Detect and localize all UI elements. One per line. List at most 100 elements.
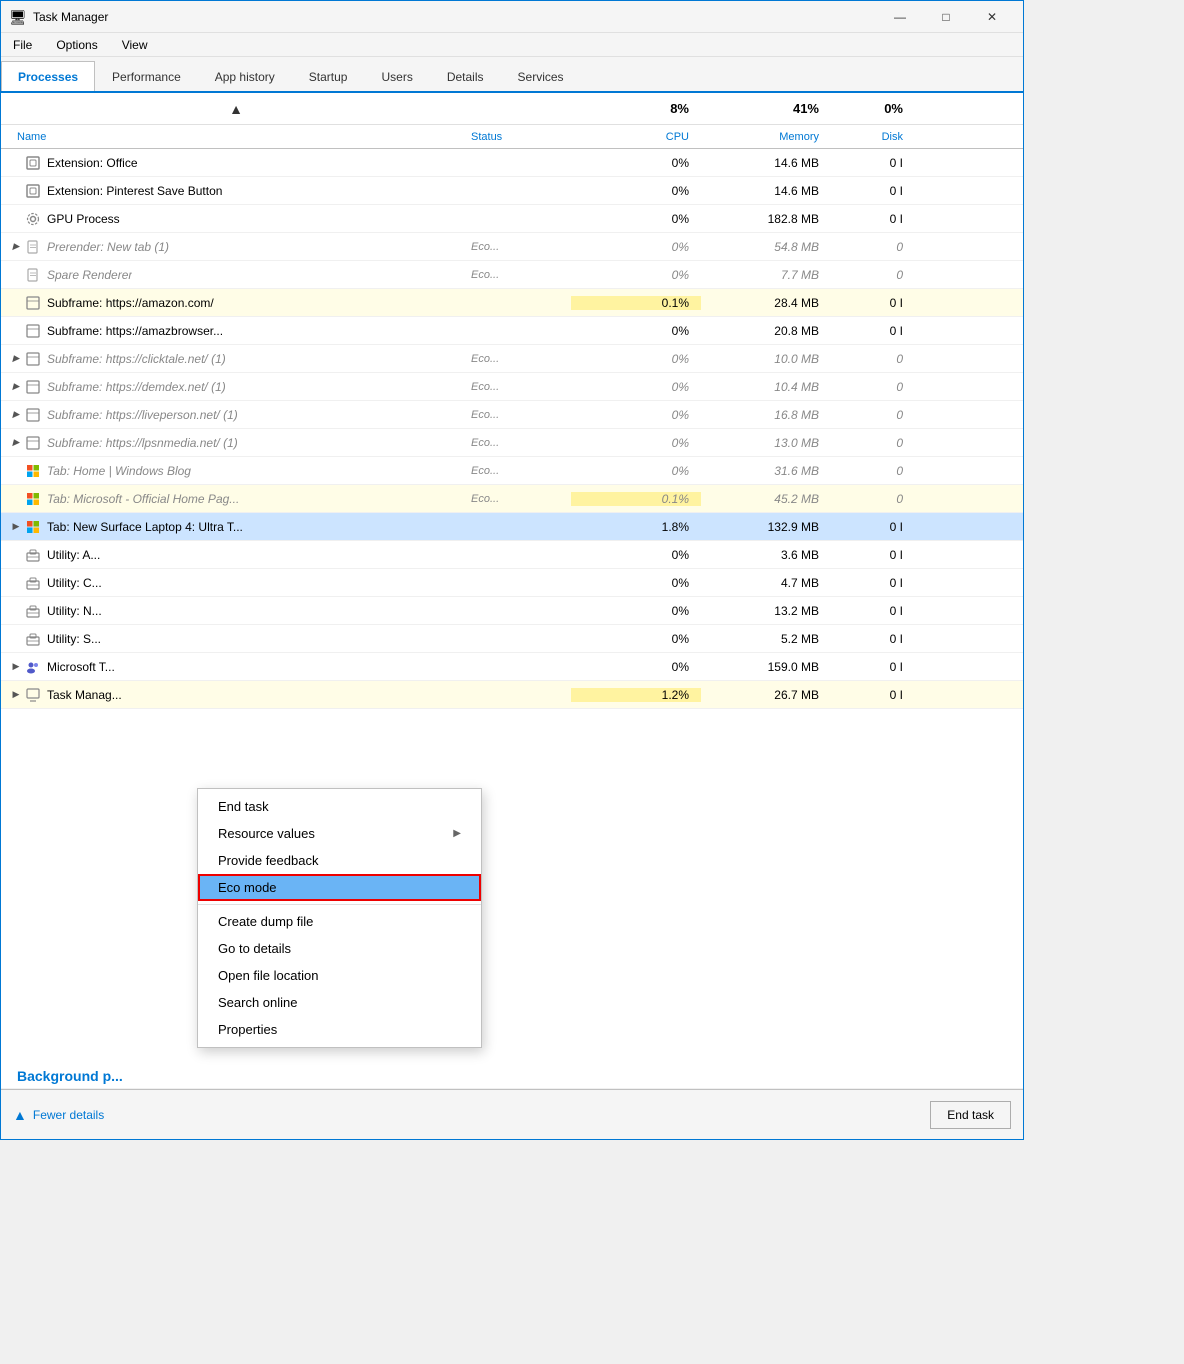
background-processes-label[interactable]: Background p... [1, 1064, 1023, 1089]
header-name[interactable]: Name [1, 131, 471, 143]
process-cpu: 0.1% [571, 296, 701, 310]
expand-button[interactable]: ▶ [9, 352, 23, 366]
menu-file[interactable]: File [5, 36, 40, 54]
process-status: Eco... [471, 381, 571, 393]
context-menu-item-create-dump-file[interactable]: Create dump file [198, 908, 481, 935]
end-task-button[interactable]: End task [930, 1101, 1011, 1129]
tab-app-history[interactable]: App history [198, 61, 292, 91]
process-disk: 0 [831, 268, 911, 282]
expand-button[interactable]: ▶ [9, 688, 23, 702]
process-memory: 10.0 MB [701, 352, 831, 366]
tab-users[interactable]: Users [364, 61, 429, 91]
table-row[interactable]: Utility: A...0%3.6 MB0 I [1, 541, 1023, 569]
header-disk[interactable]: Disk [831, 131, 911, 143]
process-list[interactable]: Extension: Office0%14.6 MB0 IExtension: … [1, 149, 1023, 1064]
table-row[interactable]: GPU Process0%182.8 MB0 I [1, 205, 1023, 233]
process-disk: 0 I [831, 604, 911, 618]
expand-button[interactable]: ▶ [9, 520, 23, 534]
header-status[interactable]: Status [471, 131, 571, 143]
mem-percent: 41% [701, 101, 831, 116]
process-name: Tab: Home | Windows Blog [47, 464, 191, 478]
process-icon [25, 211, 41, 227]
tab-performance[interactable]: Performance [95, 61, 198, 91]
expand-button[interactable]: ▶ [9, 660, 23, 674]
process-name: Utility: A... [47, 548, 100, 562]
process-name: Spare Renderer [47, 268, 132, 282]
expand-button[interactable]: ▶ [9, 436, 23, 450]
table-row[interactable]: Extension: Pinterest Save Button0%14.6 M… [1, 177, 1023, 205]
table-row[interactable]: ▶Microsoft T...0%159.0 MB0 I [1, 653, 1023, 681]
sort-chevron[interactable]: ▲ [229, 101, 243, 117]
context-menu: End taskResource values▶Provide feedback… [197, 788, 482, 1048]
process-icon [25, 575, 41, 591]
table-row[interactable]: Subframe: https://amazbrowser...0%20.8 M… [1, 317, 1023, 345]
window-controls: — □ ✕ [877, 1, 1015, 33]
expand-button[interactable]: ▶ [9, 408, 23, 422]
process-icon [25, 407, 41, 423]
process-disk: 0 I [831, 548, 911, 562]
process-name: Subframe: https://demdex.net/ (1) [47, 380, 226, 394]
header-memory[interactable]: Memory [701, 131, 831, 143]
process-icon [25, 379, 41, 395]
process-disk: 0 I [831, 324, 911, 338]
context-menu-item-resource-values[interactable]: Resource values▶ [198, 820, 481, 847]
process-cpu: 0.1% [571, 492, 701, 506]
context-menu-item-search-online[interactable]: Search online [198, 989, 481, 1016]
minimize-button[interactable]: — [877, 1, 923, 33]
process-cpu: 0% [571, 324, 701, 338]
tab-details[interactable]: Details [430, 61, 501, 91]
expand-button[interactable]: ▶ [9, 240, 23, 254]
context-menu-item-properties[interactable]: Properties [198, 1016, 481, 1043]
tab-services[interactable]: Services [501, 61, 581, 91]
context-menu-item-label: Search online [218, 995, 298, 1010]
table-row[interactable]: Utility: N...0%13.2 MB0 I [1, 597, 1023, 625]
table-row[interactable]: Tab: Microsoft - Official Home Pag...Eco… [1, 485, 1023, 513]
menu-view[interactable]: View [114, 36, 156, 54]
sort-row: ▲ 8% 41% 0% [1, 93, 1023, 125]
window-title: Task Manager [33, 10, 877, 24]
close-button[interactable]: ✕ [969, 1, 1015, 33]
table-row[interactable]: Utility: C...0%4.7 MB0 I [1, 569, 1023, 597]
table-row[interactable]: ▶Prerender: New tab (1)Eco...0%54.8 MB0 [1, 233, 1023, 261]
table-row[interactable]: ▶ Subframe: https://demdex.net/ (1) Eco...… [1, 373, 1023, 401]
table-row[interactable]: ▶Subframe: https://clicktale.net/ (1)Eco… [1, 345, 1023, 373]
expand-button[interactable]: ▶ [9, 380, 23, 394]
table-row[interactable]: ▶Subframe: https://liveperson.net/ (1)Ec… [1, 401, 1023, 429]
header-row: Name Status CPU Memory Disk [1, 125, 1023, 149]
table-row[interactable]: Extension: Office0%14.6 MB0 I [1, 149, 1023, 177]
menu-options[interactable]: Options [48, 36, 105, 54]
fewer-details-button[interactable]: ▲ Fewer details [13, 1107, 104, 1123]
context-menu-item-eco-mode[interactable]: Eco mode [198, 874, 481, 901]
table-row[interactable]: Spare RendererEco...0%7.7 MB0 [1, 261, 1023, 289]
process-memory: 13.0 MB [701, 436, 831, 450]
process-disk: 0 [831, 408, 911, 422]
process-cpu: 0% [571, 240, 701, 254]
process-icon [25, 295, 41, 311]
table-row[interactable]: ▶Tab: New Surface Laptop 4: Ultra T...1.… [1, 513, 1023, 541]
table-row[interactable]: ▶Task Manag...1.2%26.7 MB0 I [1, 681, 1023, 709]
content-area: ▲ 8% 41% 0% Name Status CPU Memory Disk … [1, 93, 1023, 1089]
tab-processes[interactable]: Processes [1, 61, 95, 91]
maximize-button[interactable]: □ [923, 1, 969, 33]
context-menu-item-end-task[interactable]: End task [198, 793, 481, 820]
process-memory: 13.2 MB [701, 604, 831, 618]
table-row[interactable]: ▶Subframe: https://lpsnmedia.net/ (1)Eco… [1, 429, 1023, 457]
context-menu-item-go-to-details[interactable]: Go to details [198, 935, 481, 962]
process-cpu: 0% [571, 632, 701, 646]
process-status: Eco... [471, 409, 571, 421]
header-cpu[interactable]: CPU [571, 131, 701, 143]
process-memory: 26.7 MB [701, 688, 831, 702]
process-name: Utility: C... [47, 576, 102, 590]
process-memory: 7.7 MB [701, 268, 831, 282]
process-name: Extension: Pinterest Save Button [47, 184, 222, 198]
context-menu-item-provide-feedback[interactable]: Provide feedback [198, 847, 481, 874]
table-row[interactable]: Utility: S...0%5.2 MB0 I [1, 625, 1023, 653]
table-row[interactable]: Tab: Home | Windows BlogEco...0%31.6 MB0 [1, 457, 1023, 485]
context-menu-item-open-file-location[interactable]: Open file location [198, 962, 481, 989]
process-disk: 0 I [831, 576, 911, 590]
tab-startup[interactable]: Startup [292, 61, 365, 91]
process-disk: 0 [831, 380, 911, 394]
process-icon [25, 267, 41, 283]
process-disk: 0 I [831, 632, 911, 646]
table-row[interactable]: Subframe: https://amazon.com/0.1%28.4 MB… [1, 289, 1023, 317]
